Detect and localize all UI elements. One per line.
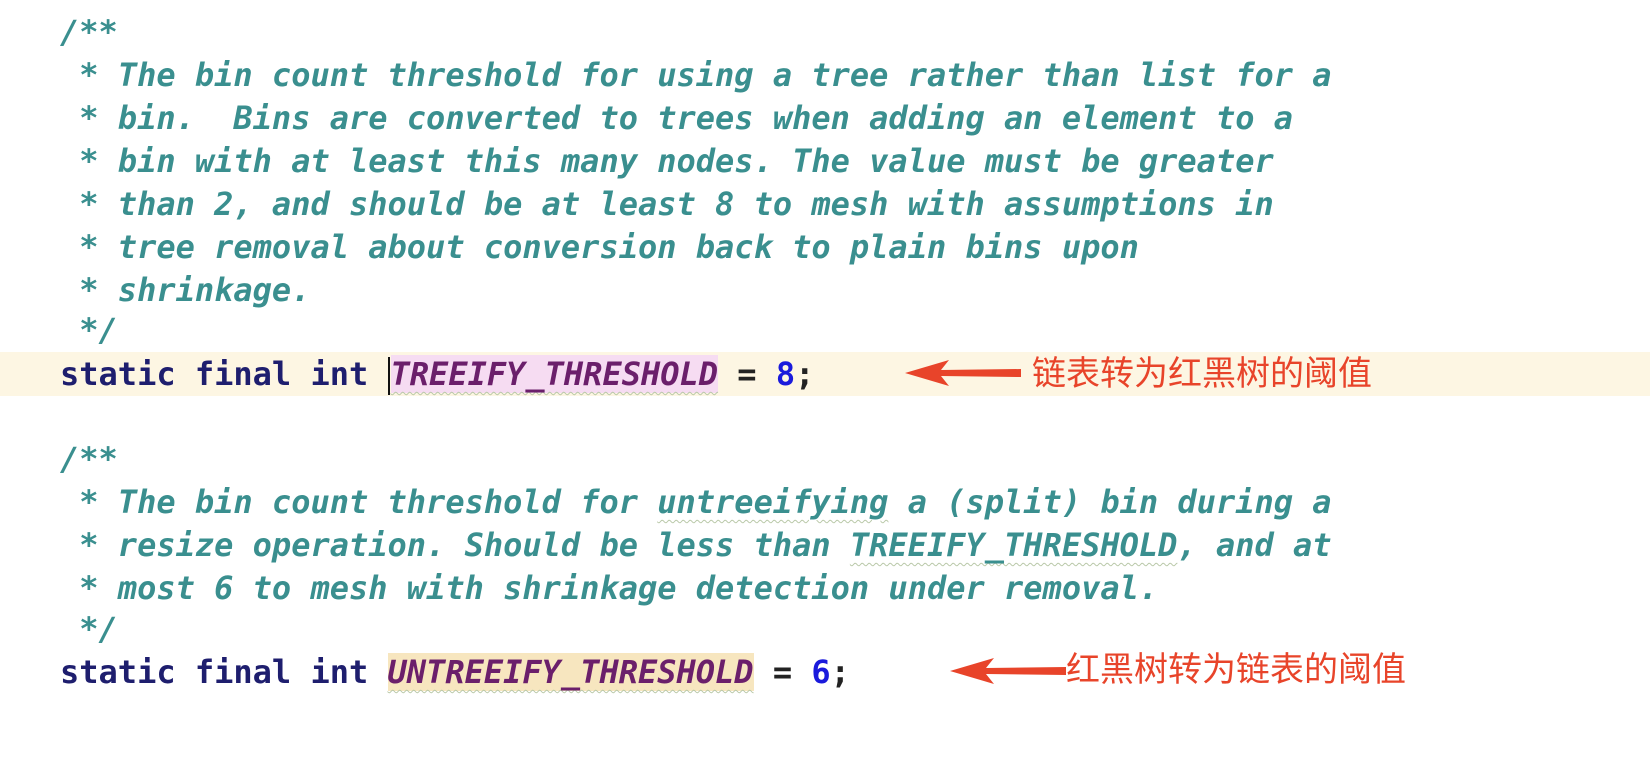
comment-close: */ — [0, 607, 1650, 651]
comment-line-text: * bin. Bins are converted to trees when … — [60, 99, 1293, 137]
comment-line: * bin with at least this many nodes. The… — [0, 139, 1650, 183]
semicolon: ; — [830, 653, 850, 691]
keyword-static-final-int: static final int — [60, 355, 388, 393]
comment-line: * resize operation. Should be less than … — [0, 523, 1650, 567]
comment-open: /** — [0, 10, 1650, 54]
comment-close-text: */ — [60, 311, 118, 349]
comment-line: * bin. Bins are converted to trees when … — [0, 96, 1650, 140]
assign-operator: = — [753, 653, 812, 691]
comment-line-text: * The bin count threshold for using a tr… — [60, 56, 1332, 94]
code-line-treeify[interactable]: static final int TREEIFY_THRESHOLD = 8; — [0, 352, 1650, 396]
comment-close-text: */ — [60, 610, 118, 648]
code-line-content: static final int UNTREEIFY_THRESHOLD = 6… — [60, 650, 850, 694]
comment-line-text: * tree removal about conversion back to … — [60, 228, 1139, 266]
number-literal: 8 — [775, 355, 796, 393]
comment-open: /** — [0, 437, 1650, 481]
spellcheck-word: untreeifying — [657, 483, 889, 521]
left-arrow-icon — [905, 360, 1021, 386]
comment-line: * The bin count threshold for using a tr… — [0, 53, 1650, 97]
comment-line: * shrinkage. — [0, 268, 1650, 312]
comment-line: * than 2, and should be at least 8 to me… — [0, 182, 1650, 226]
comment-line-text: * most 6 to mesh with shrinkage detectio… — [60, 569, 1159, 607]
comment-line-text: * shrinkage. — [60, 271, 311, 309]
comment-line-text: * than 2, and should be at least 8 to me… — [60, 185, 1274, 223]
comment-line-content: * The bin count threshold for untreeifyi… — [60, 480, 1332, 524]
semicolon: ; — [795, 355, 815, 393]
comment-close: */ — [0, 308, 1650, 352]
comment-text: a (split) bin during a — [888, 483, 1332, 521]
keyword-static-final-int: static final int — [60, 653, 388, 691]
comment-text: * The bin count threshold for — [60, 483, 658, 521]
comment-reference: TREEIFY_THRESHOLD — [849, 526, 1178, 564]
comment-text: * resize operation. Should be less than — [60, 526, 850, 564]
annotation-treeify: 链表转为红黑树的阈值 — [1032, 354, 1372, 394]
left-arrow-icon — [950, 658, 1066, 684]
code-editor[interactable]: /** * The bin count threshold for using … — [0, 0, 1650, 772]
code-line-content: static final int TREEIFY_THRESHOLD = 8; — [60, 352, 814, 396]
annotation-untreeify: 红黑树转为链表的阈值 — [1066, 650, 1406, 690]
assign-operator: = — [718, 355, 776, 393]
number-literal: 6 — [811, 653, 831, 691]
comment-open-text: /** — [60, 440, 118, 478]
comment-line: * most 6 to mesh with shrinkage detectio… — [0, 566, 1650, 610]
comment-line-text: * bin with at least this many nodes. The… — [60, 142, 1274, 180]
text-caret — [387, 357, 390, 395]
comment-line: * tree removal about conversion back to … — [0, 225, 1650, 269]
comment-line-content: * resize operation. Should be less than … — [60, 523, 1332, 567]
comment-line: * The bin count threshold for untreeifyi… — [0, 480, 1650, 524]
comment-open-text: /** — [60, 13, 118, 51]
constant-treeify-threshold[interactable]: TREEIFY_THRESHOLD — [390, 355, 719, 393]
comment-text: , and at — [1177, 526, 1332, 564]
constant-untreeify-threshold[interactable]: UNTREEIFY_THRESHOLD — [387, 653, 754, 691]
